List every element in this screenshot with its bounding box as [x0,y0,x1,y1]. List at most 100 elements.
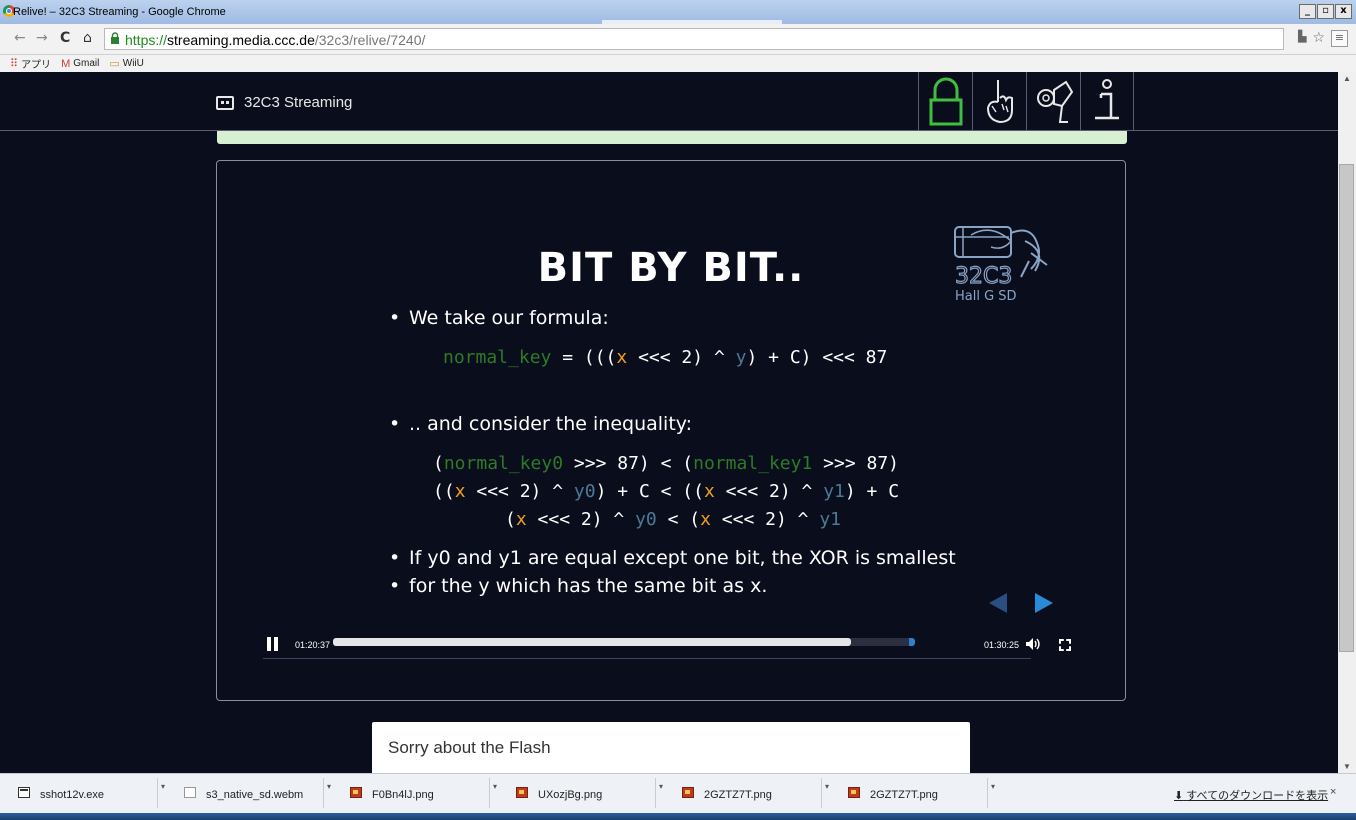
site-brand[interactable]: 32C3 Streaming [216,94,352,111]
logo-caption: Hall G SD [955,289,1017,304]
back-button[interactable]: ← [14,30,26,46]
site-footer: by Chaos Computer Club e.V, FeM, ags & C… [546,756,792,768]
bookmark-wiiu[interactable]: ▭ WiiU [109,57,144,70]
code-token: ) + C [844,481,900,502]
code-token: normal_key [443,347,552,368]
download-item[interactable]: s3_native_sd.webm ▾ [170,778,336,810]
code-token: y1 [823,481,845,502]
image-file-icon [350,787,362,798]
browser-toolbar: ← → C ⌂ https://streaming.media.ccc.de/3… [0,24,1356,55]
scrollbar-thumb[interactable] [1339,164,1354,652]
download-name: UXozjBg.png [538,789,603,801]
code-token: normal_key1 [693,453,813,474]
tv-icon [216,95,234,110]
download-name: s3_native_sd.webm [206,789,304,801]
minimize-button[interactable]: _ [1299,4,1316,19]
translate-icon[interactable]: ▙ [1298,30,1306,47]
forward-button[interactable]: → [36,30,48,46]
page-content: 32C3 Streaming BIT BY BIT.. 32C3 Hall G … [0,72,1338,773]
show-all-downloads-link[interactable]: ⬇ すべてのダウンロードを表示 [1174,787,1328,803]
lock-icon[interactable] [918,72,972,130]
folder-icon: ▭ [109,58,120,70]
download-name: 2GZTZ7T.png [870,789,938,801]
home-button[interactable]: ⌂ [83,30,92,46]
bookmark-apps[interactable]: ⠿ アプリ [10,56,51,71]
image-file-icon [682,787,694,798]
download-menu-button[interactable]: ▾ [489,778,500,808]
fullscreen-icon[interactable] [1059,639,1071,651]
hand-icon[interactable] [972,72,1026,130]
slide-bullet: We take our formula: [389,307,609,329]
download-icon: ⬇ [1174,790,1184,802]
site-header: 32C3 Streaming [0,72,1338,131]
window-titlebar: Relive! – 32C3 Streaming - Google Chrome… [0,0,1356,24]
download-item[interactable]: F0Bn4lJ.png ▾ [336,778,502,810]
scroll-down-icon[interactable]: ▼ [1343,762,1351,771]
download-item[interactable]: 2GZTZ7T.png ▾ [668,778,834,810]
bookmark-gmail[interactable]: M Gmail [61,58,99,70]
close-shelf-button[interactable]: × [1330,786,1336,798]
code-token: x [700,509,711,530]
scroll-up-icon[interactable]: ▲ [1343,74,1351,83]
player-divider [263,658,1031,659]
code-token: < ( [656,509,701,530]
next-slide-icon[interactable] [1035,593,1053,613]
flash-notice-title: Sorry about the Flash [388,738,551,757]
code-token: x [454,481,466,502]
bullet-text: for the y which has the same bit as x. [409,575,768,597]
pause-button[interactable] [267,637,279,651]
code-token: ) + C < (( [595,481,704,502]
download-name: F0Bn4lJ.png [372,789,434,801]
code-token: x [616,347,628,368]
download-item[interactable]: UXozjBg.png ▾ [502,778,668,810]
header-nav [918,72,1134,130]
progress-handle[interactable] [909,638,915,646]
download-menu-button[interactable]: ▾ [323,778,334,808]
address-bar[interactable]: https://streaming.media.ccc.de/32c3/reli… [104,28,1284,50]
code-line-inequality-2: ((x <<< 2) ^ y0) + C < ((x <<< 2) ^ y1) … [433,481,899,502]
notice-bar [217,131,1127,144]
download-item[interactable]: 2GZTZ7T.png ▾ [834,778,1000,810]
code-token: ) + C) <<< 87 [746,347,888,368]
logo-text: 32C3 [955,264,1012,289]
current-time: 01:20:37 [295,640,331,650]
url-path: /32c3/relive/7240/ [314,32,426,48]
progress-fill [333,638,851,646]
code-token: <<< 2) ^ [465,481,574,502]
maximize-button[interactable]: ▫ [1317,4,1334,19]
code-token: >>> 87) [812,453,900,474]
slide-nav [989,593,1053,613]
reload-button[interactable]: C [60,30,70,46]
volume-icon[interactable] [1025,637,1041,654]
bookmark-star-icon[interactable]: ☆ [1312,30,1325,47]
page-scrollbar[interactable]: ▲ ▼ [1338,72,1356,773]
menu-icon[interactable]: ≡ [1331,30,1348,47]
player-controls: 01:20:37 01:30:25 [263,635,1081,665]
download-menu-button[interactable]: ▾ [987,778,998,808]
download-name: 2GZTZ7T.png [704,789,772,801]
code-token: <<< 2) ^ [627,347,736,368]
code-token: ( [505,509,516,530]
previous-slide-icon[interactable] [989,593,1007,613]
site-title: 32C3 Streaming [244,94,353,111]
download-item[interactable]: sshot12v.exe ▾ [4,778,170,810]
file-icon [184,787,196,798]
code-token: x [703,481,715,502]
toolbar-right: ▙ ☆ ≡ [1298,30,1348,47]
seek-bar[interactable] [333,638,915,646]
code-token: >>> 87) < ( [563,453,694,474]
download-menu-button[interactable]: ▾ [157,778,168,808]
close-button[interactable]: x [1335,4,1352,19]
code-token: normal_key0 [443,453,564,474]
download-menu-button[interactable]: ▾ [821,778,832,808]
download-menu-button[interactable]: ▾ [655,778,666,808]
video-player[interactable]: BIT BY BIT.. 32C3 Hall G SD We take our … [216,160,1126,701]
camera-icon[interactable] [1026,72,1080,130]
code-line-inequality-1: (normal_key0 >>> 87) < (normal_key1 >>> … [433,453,899,474]
download-name: sshot12v.exe [40,789,105,801]
code-token: y0 [573,481,596,502]
slide-bullet: If y0 and y1 are equal except one bit, t… [389,547,956,569]
info-icon[interactable] [1080,72,1134,130]
bullet-text: If y0 and y1 are equal except one bit, t… [409,547,956,569]
url-scheme: https:// [125,32,168,48]
